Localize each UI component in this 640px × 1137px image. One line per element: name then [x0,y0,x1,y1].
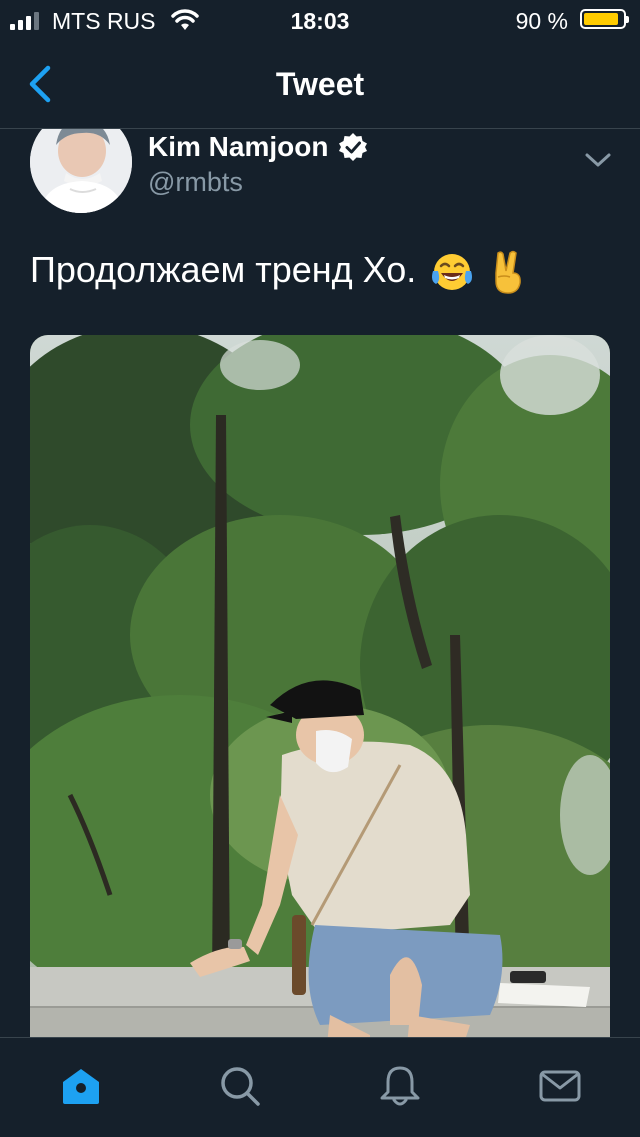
author-handle[interactable]: @rmbts [148,167,243,198]
mail-icon[interactable] [538,1064,582,1108]
home-icon[interactable] [59,1064,103,1108]
chevron-down-icon[interactable] [584,151,612,169]
avatar[interactable] [30,129,132,213]
navigation-bar: Tweet [0,40,640,129]
battery-percent: 90 % [515,8,568,34]
author-name-text: Kim Namjoon [148,131,329,162]
tears-of-joy-emoji-icon [432,254,473,291]
verified-badge-icon [339,133,368,161]
page-title: Tweet [275,66,365,102]
tab-bar [0,1037,640,1137]
victory-hand-emoji-icon [495,251,522,295]
tweet-text-body: Продолжаем тренд Хо. [30,249,417,290]
search-icon[interactable] [218,1064,262,1108]
bell-icon[interactable] [378,1064,422,1108]
avatar-photo [30,129,132,213]
battery-level-fill [584,13,618,25]
tweet-detail: Kim Namjoon @rmbts Продолжаем тренд Хо. [0,129,640,1037]
tweet-photo-image [30,335,610,1037]
battery-icon [580,9,629,29]
tweet-text: Продолжаем тренд Хо. [30,249,528,295]
author-name[interactable]: Kim Namjoon [148,131,368,163]
status-bar: MTS RUS 18:03 90 % [0,0,640,40]
tweet-photo[interactable] [30,335,610,1037]
